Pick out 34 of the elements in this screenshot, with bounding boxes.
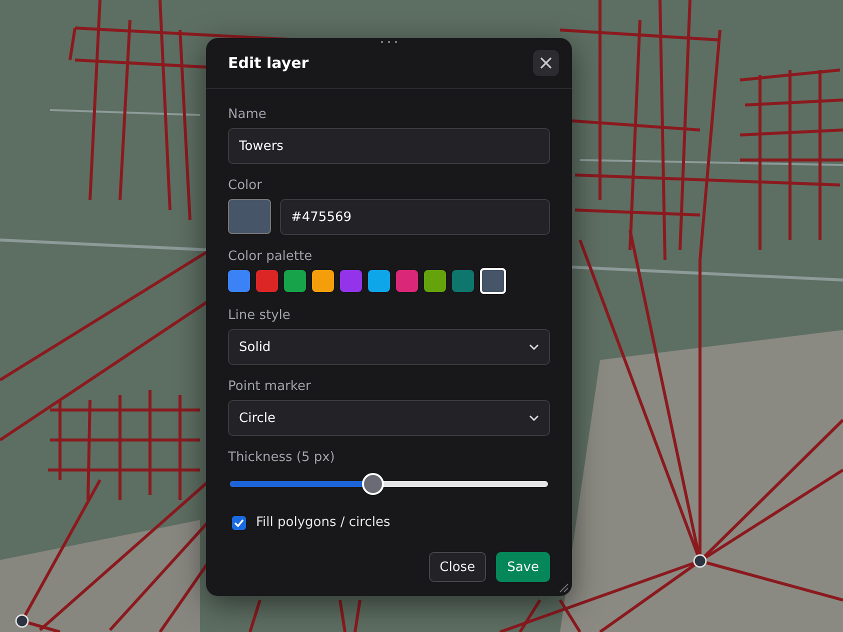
color-swatch[interactable] <box>424 270 446 292</box>
slider-thumb[interactable] <box>362 473 384 495</box>
chevron-icon <box>529 415 539 421</box>
check-icon <box>234 518 244 526</box>
checkbox-label: Fill polygons / circles <box>256 515 390 530</box>
close-icon <box>540 57 552 69</box>
line-style-select[interactable]: Solid <box>228 329 550 365</box>
save-button[interactable]: Save <box>496 552 550 582</box>
color-hex-input[interactable]: #475569 <box>280 199 550 235</box>
point-marker-select[interactable]: Circle <box>228 400 550 436</box>
color-preview[interactable] <box>228 199 271 234</box>
drag-handle-icon[interactable] <box>379 40 399 44</box>
field-label: Point marker <box>228 379 312 394</box>
chevron-icon <box>529 344 539 350</box>
field-label: Color palette <box>228 249 314 264</box>
color-swatch[interactable] <box>396 270 418 292</box>
color-swatch[interactable] <box>368 270 390 292</box>
resize-handle-icon[interactable] <box>559 583 569 593</box>
color-swatch[interactable] <box>452 270 474 292</box>
field-label: Thickness (5 px) <box>228 450 336 465</box>
close-button[interactable] <box>533 50 559 76</box>
field-label: Line style <box>228 308 292 323</box>
close-button[interactable]: Close <box>428 552 486 582</box>
color-swatch[interactable] <box>284 270 306 292</box>
name-input[interactable]: Towers <box>228 128 550 164</box>
color-swatch[interactable] <box>256 270 278 292</box>
field-label: Color <box>228 178 263 193</box>
color-swatch[interactable] <box>228 270 250 292</box>
dialog-title: Edit layer <box>228 54 309 72</box>
color-swatch[interactable] <box>340 270 362 292</box>
field-label: Name <box>228 107 268 122</box>
fill-checkbox[interactable] <box>232 516 246 530</box>
color-swatch[interactable] <box>480 268 506 294</box>
color-swatch[interactable] <box>312 270 334 292</box>
